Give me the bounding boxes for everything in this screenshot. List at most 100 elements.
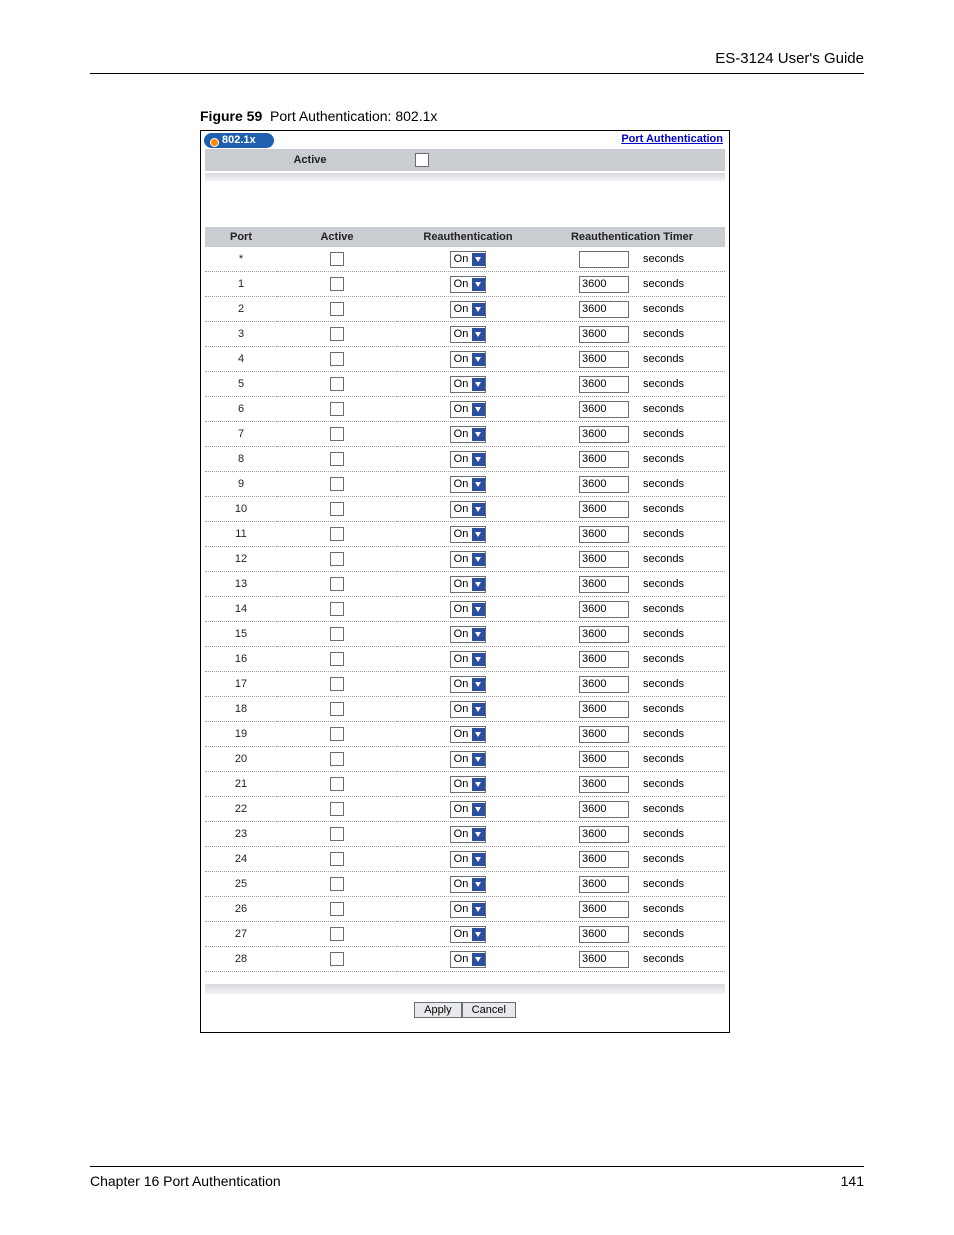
port-cell: 24 (205, 847, 277, 872)
timer-input[interactable]: 3600 (579, 776, 629, 793)
port-active-checkbox[interactable] (330, 727, 344, 741)
port-active-checkbox[interactable] (330, 902, 344, 916)
reauth-select[interactable]: On (450, 651, 487, 668)
timer-input[interactable]: 3600 (579, 926, 629, 943)
timer-input[interactable]: 3600 (579, 851, 629, 868)
timer-input[interactable]: 3600 (579, 526, 629, 543)
port-active-checkbox[interactable] (330, 627, 344, 641)
timer-input[interactable] (579, 251, 629, 268)
reauth-select[interactable]: On (450, 801, 487, 818)
reauth-select[interactable]: On (450, 501, 487, 518)
port-active-checkbox[interactable] (330, 327, 344, 341)
port-active-checkbox[interactable] (330, 402, 344, 416)
reauth-select[interactable]: On (450, 601, 487, 618)
port-active-checkbox[interactable] (330, 752, 344, 766)
timer-input[interactable]: 3600 (579, 601, 629, 618)
timer-input[interactable]: 3600 (579, 576, 629, 593)
timer-input[interactable]: 3600 (579, 801, 629, 818)
timer-input[interactable]: 3600 (579, 476, 629, 493)
timer-input[interactable]: 3600 (579, 451, 629, 468)
timer-input[interactable]: 3600 (579, 276, 629, 293)
reauth-select[interactable]: On (450, 676, 487, 693)
cancel-button[interactable]: Cancel (462, 1002, 516, 1018)
tab-8021x[interactable]: 802.1x (204, 133, 274, 148)
port-active-checkbox[interactable] (330, 827, 344, 841)
port-active-checkbox[interactable] (330, 652, 344, 666)
port-active-checkbox[interactable] (330, 302, 344, 316)
timer-input[interactable]: 3600 (579, 501, 629, 518)
port-active-checkbox[interactable] (330, 502, 344, 516)
reauth-select[interactable]: On (450, 376, 487, 393)
reauth-select[interactable]: On (450, 526, 487, 543)
port-active-checkbox[interactable] (330, 577, 344, 591)
timer-input[interactable]: 3600 (579, 826, 629, 843)
timer-input[interactable]: 3600 (579, 651, 629, 668)
timer-input[interactable]: 3600 (579, 676, 629, 693)
timer-cell: 3600seconds (539, 447, 725, 472)
reauth-select[interactable]: On (450, 401, 487, 418)
timer-input[interactable]: 3600 (579, 876, 629, 893)
port-active-checkbox[interactable] (330, 377, 344, 391)
port-active-checkbox[interactable] (330, 677, 344, 691)
global-active-checkbox[interactable] (415, 153, 429, 167)
timer-input[interactable]: 3600 (579, 626, 629, 643)
reauth-select[interactable]: On (450, 301, 487, 318)
reauth-select[interactable]: On (450, 776, 487, 793)
timer-input[interactable]: 3600 (579, 376, 629, 393)
reauth-select[interactable]: On (450, 476, 487, 493)
port-active-checkbox[interactable] (330, 852, 344, 866)
timer-input[interactable]: 3600 (579, 326, 629, 343)
reauth-select[interactable]: On (450, 326, 487, 343)
port-active-checkbox[interactable] (330, 477, 344, 491)
port-cell: 11 (205, 522, 277, 547)
timer-input[interactable]: 3600 (579, 901, 629, 918)
port-active-checkbox[interactable] (330, 527, 344, 541)
timer-input[interactable]: 3600 (579, 726, 629, 743)
timer-input[interactable]: 3600 (579, 301, 629, 318)
apply-button[interactable]: Apply (414, 1002, 462, 1018)
timer-input[interactable]: 3600 (579, 751, 629, 768)
port-active-checkbox[interactable] (330, 927, 344, 941)
reauth-select[interactable]: On (450, 951, 487, 968)
reauth-select[interactable]: On (450, 451, 487, 468)
reauth-select[interactable]: On (450, 876, 487, 893)
port-active-checkbox[interactable] (330, 552, 344, 566)
reauth-select[interactable]: On (450, 426, 487, 443)
timer-input[interactable]: 3600 (579, 401, 629, 418)
port-active-checkbox[interactable] (330, 602, 344, 616)
timer-input[interactable]: 3600 (579, 426, 629, 443)
reauth-select[interactable]: On (450, 751, 487, 768)
timer-cell: 3600seconds (539, 822, 725, 847)
reauth-select[interactable]: On (450, 626, 487, 643)
reauth-select[interactable]: On (450, 901, 487, 918)
port-active-checkbox[interactable] (330, 352, 344, 366)
reauth-select[interactable]: On (450, 251, 487, 268)
port-active-checkbox[interactable] (330, 877, 344, 891)
port-active-checkbox[interactable] (330, 702, 344, 716)
timer-input[interactable]: 3600 (579, 701, 629, 718)
reauth-select[interactable]: On (450, 701, 487, 718)
reauth-select[interactable]: On (450, 826, 487, 843)
timer-input[interactable]: 3600 (579, 551, 629, 568)
reauth-select-value: On (454, 877, 469, 892)
port-authentication-link[interactable]: Port Authentication (621, 133, 723, 145)
port-active-checkbox[interactable] (330, 952, 344, 966)
reauth-select[interactable]: On (450, 351, 487, 368)
col-header-timer: Reauthentication Timer (539, 227, 725, 247)
timer-input[interactable]: 3600 (579, 951, 629, 968)
port-cell: 2 (205, 297, 277, 322)
reauth-select[interactable]: On (450, 851, 487, 868)
port-active-checkbox[interactable] (330, 802, 344, 816)
reauth-cell: On (397, 697, 539, 722)
reauth-select[interactable]: On (450, 926, 487, 943)
port-active-checkbox[interactable] (330, 277, 344, 291)
port-active-checkbox[interactable] (330, 777, 344, 791)
timer-input[interactable]: 3600 (579, 351, 629, 368)
reauth-select[interactable]: On (450, 576, 487, 593)
port-active-checkbox[interactable] (330, 452, 344, 466)
port-active-checkbox[interactable] (330, 427, 344, 441)
port-active-checkbox[interactable] (330, 252, 344, 266)
reauth-select[interactable]: On (450, 551, 487, 568)
reauth-select[interactable]: On (450, 726, 487, 743)
reauth-select[interactable]: On (450, 276, 487, 293)
